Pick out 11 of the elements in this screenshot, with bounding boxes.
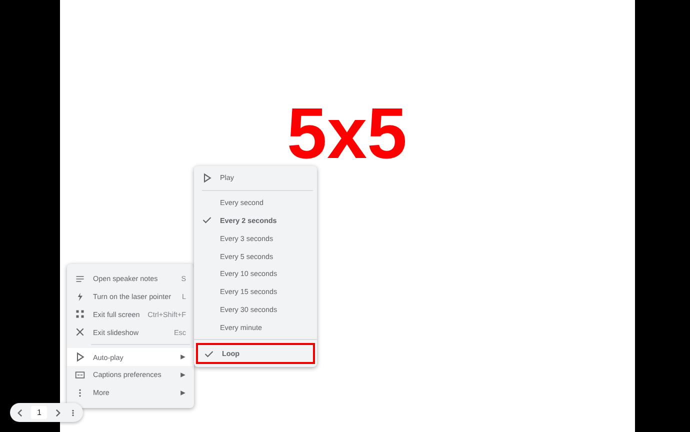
captions-icon bbox=[75, 370, 85, 380]
exit-fullscreen-icon bbox=[75, 309, 85, 320]
slide-title: 5x5 bbox=[286, 93, 408, 176]
next-icon[interactable] bbox=[54, 408, 62, 416]
previous-icon[interactable] bbox=[16, 408, 24, 416]
close-icon bbox=[75, 327, 85, 338]
page-number[interactable]: 1 bbox=[30, 406, 48, 419]
laser-pointer-icon bbox=[75, 292, 85, 302]
play-icon bbox=[75, 352, 85, 362]
notes-icon bbox=[75, 274, 85, 284]
play-icon bbox=[202, 172, 212, 183]
